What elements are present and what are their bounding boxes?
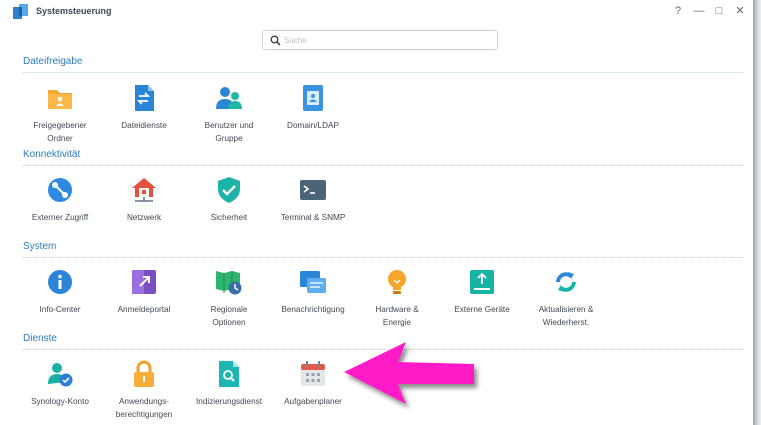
- file-services-icon: [135, 85, 154, 111]
- item-terminal-snmp[interactable]: Terminal & SNMP: [270, 176, 356, 224]
- item-info-center[interactable]: Info-Center: [17, 268, 103, 316]
- item-update-restore[interactable]: Aktualisieren & Wiederherst.: [523, 268, 609, 329]
- regional-options-icon: [216, 271, 242, 295]
- close-button[interactable]: ✕: [733, 3, 747, 19]
- item-label: Terminal & SNMP: [280, 213, 346, 222]
- section-title-system: System: [23, 241, 57, 252]
- item-label: Dateidienste: [121, 121, 167, 130]
- item-regional-options[interactable]: Regionale Optionen: [186, 268, 272, 329]
- user-group-icon: [216, 87, 242, 109]
- item-security[interactable]: Sicherheit: [186, 176, 272, 224]
- item-label: Synology-Konto: [31, 397, 89, 406]
- item-network[interactable]: Netzwerk: [101, 176, 187, 224]
- update-restore-icon: [556, 272, 576, 292]
- item-label: Regionale Optionen: [210, 305, 248, 327]
- section-title-services: Dienste: [23, 333, 57, 344]
- item-label: Anwendungs- berechtigungen: [115, 397, 173, 419]
- item-file-services[interactable]: Dateidienste: [101, 84, 187, 132]
- section-divider: [23, 165, 743, 166]
- section-title-connectivity: Konnektivität: [23, 149, 81, 160]
- item-label: Indizierungsdienst: [196, 397, 262, 406]
- item-label: Anmeldeportal: [117, 305, 171, 314]
- domain-ldap-icon: [303, 85, 323, 111]
- indexing-service-icon: [219, 361, 239, 387]
- shared-folder-icon: [48, 90, 72, 109]
- item-user-group[interactable]: Benutzer und Gruppe: [186, 84, 272, 145]
- item-label: Hardware & Energie: [375, 305, 419, 327]
- item-login-portal[interactable]: Anmeldeportal: [101, 268, 187, 316]
- window-edge-shadow: [753, 0, 761, 425]
- notification-icon: [300, 271, 326, 293]
- item-synology-account[interactable]: Synology-Konto: [17, 360, 103, 408]
- help-button[interactable]: ?: [671, 3, 685, 19]
- external-devices-icon: [470, 270, 494, 294]
- task-scheduler-icon: [301, 361, 325, 386]
- maximize-button[interactable]: □: [712, 3, 726, 19]
- minimize-button[interactable]: —: [692, 3, 706, 19]
- item-label: Domain/LDAP: [287, 121, 339, 130]
- item-label: Benachrichtigung: [281, 305, 345, 314]
- item-indexing-service[interactable]: Indizierungsdienst: [186, 360, 272, 408]
- item-label: Benutzer und Gruppe: [204, 121, 254, 143]
- item-app-privileges[interactable]: Anwendungs- berechtigungen: [101, 360, 187, 421]
- item-shared-folder[interactable]: Freigegebener Ordner: [17, 84, 103, 145]
- external-access-icon: [48, 178, 72, 202]
- section-title-file-sharing: Dateifreigabe: [23, 56, 83, 67]
- app-privileges-icon: [134, 360, 154, 387]
- title-bar[interactable]: Systemsteuerung ? — □ ✕: [0, 0, 753, 24]
- info-icon: [48, 270, 72, 294]
- security-shield-icon: [218, 177, 240, 203]
- control-panel-window: Systemsteuerung ? — □ ✕ Dateifreigabe Fr…: [0, 0, 754, 425]
- section-divider: [23, 72, 743, 73]
- synology-account-icon: [48, 363, 73, 387]
- search-input[interactable]: [284, 32, 484, 48]
- terminal-icon: [300, 180, 326, 200]
- item-label: Externe Geräte: [454, 305, 510, 314]
- item-external-access[interactable]: Externer Zugriff: [17, 176, 103, 224]
- item-external-devices[interactable]: Externe Geräte: [439, 268, 525, 316]
- item-label: Netzwerk: [126, 213, 162, 222]
- item-label: Freigegebener Ordner: [33, 121, 87, 143]
- section-divider: [23, 257, 743, 258]
- annotation-arrow: [344, 342, 474, 404]
- network-icon: [132, 178, 156, 202]
- item-label: Externer Zugriff: [31, 213, 89, 222]
- window-title: Systemsteuerung: [36, 6, 112, 16]
- search-field[interactable]: [262, 30, 498, 50]
- item-domain-ldap[interactable]: Domain/LDAP: [270, 84, 356, 132]
- search-icon: [270, 35, 281, 46]
- control-panel-app-icon: [13, 4, 28, 19]
- item-label: Info-Center: [39, 305, 81, 314]
- item-hardware-power[interactable]: Hardware & Energie: [354, 268, 440, 329]
- login-portal-icon: [132, 270, 156, 294]
- item-notification[interactable]: Benachrichtigung: [270, 268, 356, 316]
- item-label: Sicherheit: [210, 213, 248, 222]
- hardware-power-icon: [388, 270, 406, 294]
- item-label: Aktualisieren & Wiederherst.: [538, 305, 594, 327]
